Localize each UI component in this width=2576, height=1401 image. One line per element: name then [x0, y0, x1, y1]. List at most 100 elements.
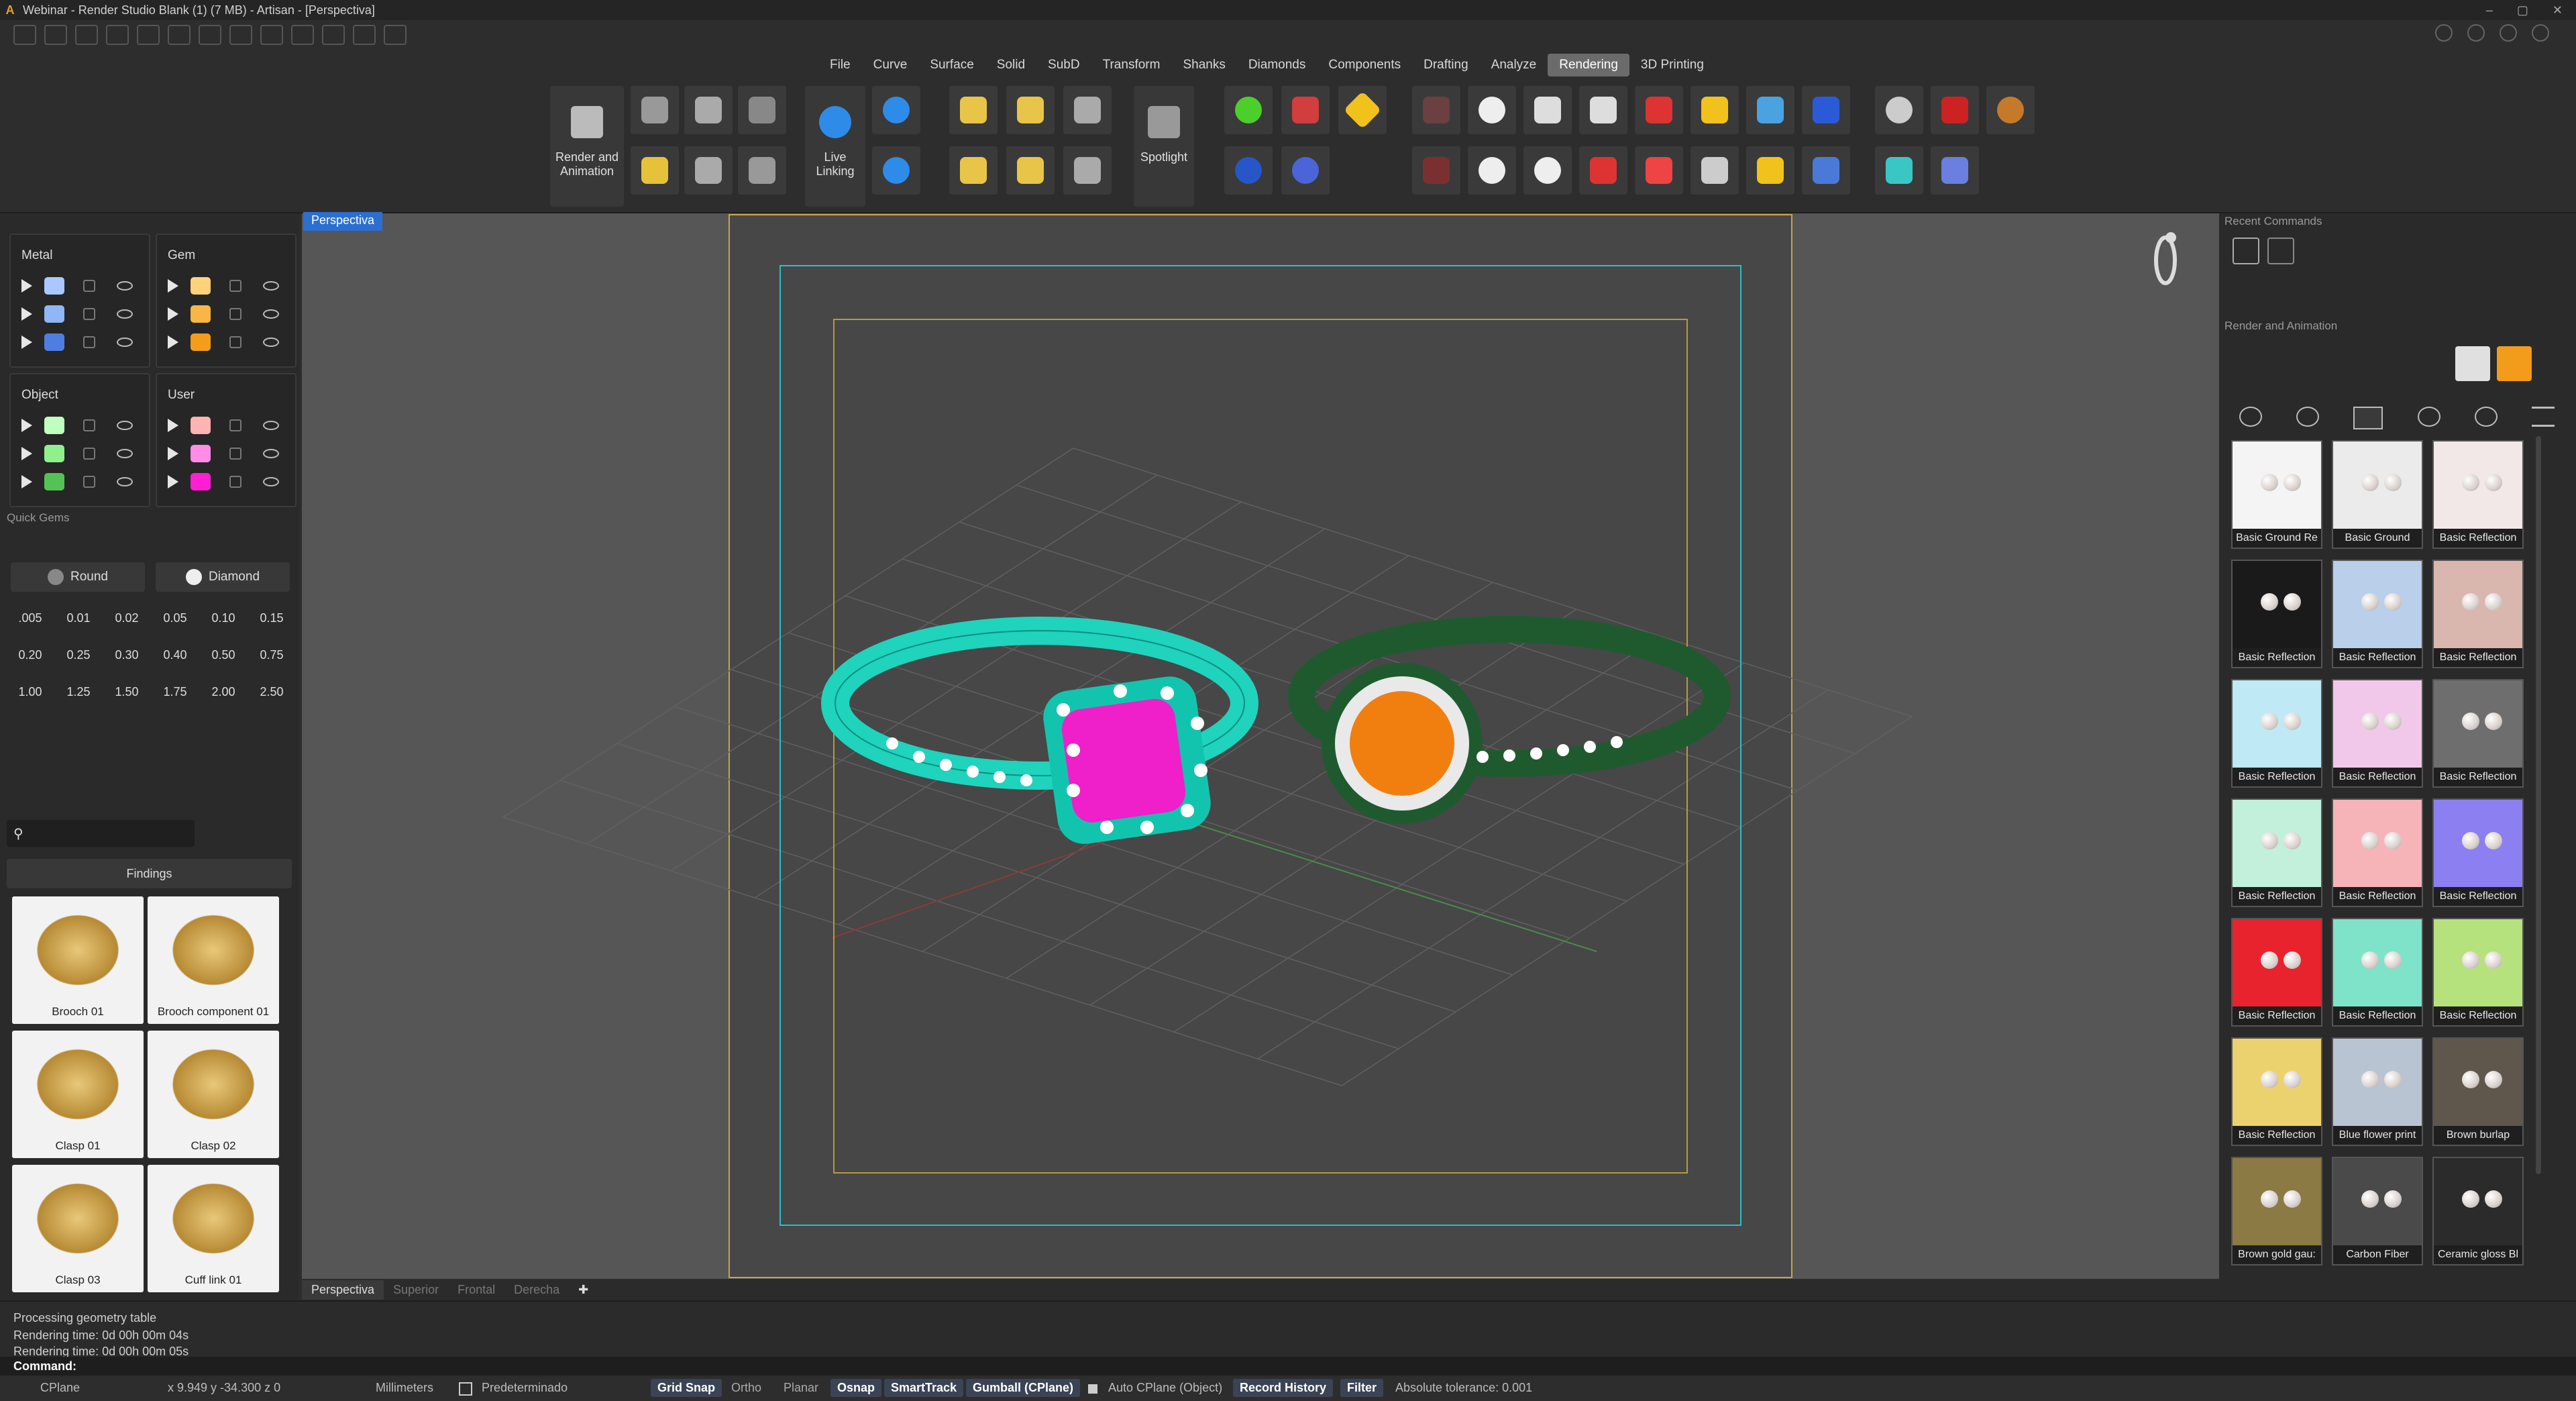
units-label[interactable]: Millimeters [376, 1381, 433, 1395]
gem-size-button[interactable]: 0.40 [153, 639, 197, 670]
layer-row[interactable] [168, 274, 295, 298]
layer-color-swatch[interactable] [191, 333, 211, 351]
finding-card[interactable]: Clasp 01 [12, 1031, 144, 1158]
gem-size-button[interactable]: 0.15 [250, 603, 294, 633]
eye-icon[interactable] [117, 421, 133, 430]
lock-icon[interactable] [83, 280, 95, 292]
import-icon[interactable] [106, 25, 129, 45]
eye-icon[interactable] [117, 338, 133, 347]
environment-preset-card[interactable]: Basic Ground [2332, 440, 2423, 549]
tab-frontal[interactable]: Frontal [448, 1280, 504, 1300]
layer-row[interactable] [21, 413, 149, 437]
material-tool-5[interactable] [1006, 146, 1055, 195]
gem-tool-warning[interactable] [1338, 86, 1387, 134]
environment-tool-4[interactable] [1875, 146, 1923, 195]
environment-preset-card[interactable]: Basic Reflection [2432, 440, 2524, 549]
material-tab-icon[interactable] [2296, 407, 2320, 427]
layer-row[interactable] [21, 302, 149, 326]
environment-preset-card[interactable]: Ceramic gloss Bl [2432, 1157, 2524, 1265]
gem-size-button[interactable]: 1.50 [105, 676, 149, 707]
record-history-toggle[interactable]: Record History [1233, 1379, 1334, 1397]
menu-transform[interactable]: Transform [1091, 54, 1172, 76]
scene-tool-3[interactable] [1523, 86, 1572, 134]
save-icon[interactable] [199, 25, 221, 45]
layer-color-swatch[interactable] [44, 305, 64, 323]
render-mode-button[interactable] [2455, 346, 2490, 381]
spotlight-button[interactable]: Spotlight [1134, 86, 1194, 207]
scene-tool-1[interactable] [1412, 86, 1460, 134]
gem-tool-green[interactable] [1224, 86, 1273, 134]
gem-size-button[interactable]: 0.10 [201, 603, 246, 633]
layer-color-swatch[interactable] [191, 305, 211, 323]
play-icon[interactable] [21, 419, 32, 432]
render-tool-2[interactable] [684, 86, 733, 134]
eye-icon[interactable] [117, 309, 133, 319]
render-tool-1[interactable] [631, 86, 679, 134]
viewport-title-tab[interactable]: Perspectiva [303, 212, 383, 231]
scene-tool-6[interactable] [1690, 86, 1739, 134]
scene-tool-16[interactable] [1802, 146, 1850, 195]
layer-color-swatch[interactable] [44, 333, 64, 351]
layer-color-swatch[interactable] [191, 417, 211, 434]
menu-3d-printing[interactable]: 3D Printing [1629, 54, 1715, 76]
undo-icon[interactable] [137, 25, 160, 45]
layer-row[interactable] [168, 330, 295, 354]
environment-preset-card[interactable]: Carbon Fiber [2332, 1157, 2423, 1265]
layer-color-swatch[interactable] [44, 417, 64, 434]
layer-row[interactable] [168, 413, 295, 437]
material-tool-2[interactable] [1006, 86, 1055, 134]
render-animation-button[interactable]: Render and Animation [550, 86, 624, 207]
lock-icon[interactable] [229, 476, 241, 488]
environment-preset-card[interactable]: Basic Reflection [2231, 918, 2322, 1027]
tab-derecha[interactable]: Derecha [504, 1280, 569, 1300]
layers-icon[interactable] [2467, 24, 2485, 42]
lock-icon[interactable] [229, 448, 241, 460]
scene-tool-8[interactable] [1802, 86, 1850, 134]
layer-color-swatch[interactable] [44, 473, 64, 490]
play-icon[interactable] [21, 475, 32, 488]
scene-tool-14[interactable] [1690, 146, 1739, 195]
environment-preset-card[interactable]: Basic Reflection [2332, 918, 2423, 1027]
play-icon[interactable] [21, 279, 32, 293]
eye-icon[interactable] [263, 477, 279, 486]
lock-icon[interactable] [83, 336, 95, 348]
material-tool-3[interactable] [1063, 86, 1112, 134]
layer-row[interactable] [21, 330, 149, 354]
play-icon[interactable] [168, 279, 178, 293]
material-tool-1[interactable] [949, 86, 998, 134]
gem-size-button[interactable]: 2.00 [201, 676, 246, 707]
lock-icon[interactable] [229, 336, 241, 348]
environment-tool-5[interactable] [1931, 146, 1979, 195]
close-icon[interactable]: ✕ [2553, 0, 2563, 20]
gem-size-button[interactable]: 1.00 [8, 676, 52, 707]
play-icon[interactable] [21, 335, 32, 349]
scene-tool-11[interactable] [1523, 146, 1572, 195]
osnap-toggle[interactable]: Osnap [830, 1379, 882, 1397]
settings-icon[interactable] [2532, 24, 2549, 42]
grid-snap-toggle[interactable]: Grid Snap [651, 1379, 722, 1397]
material-tool-6[interactable] [1063, 146, 1112, 195]
viewport-canvas[interactable] [302, 213, 2219, 1279]
eye-icon[interactable] [117, 477, 133, 486]
settings-sliders-icon[interactable] [2531, 407, 2555, 427]
gem-shape-select[interactable]: Round [11, 562, 145, 592]
environment-preset-card[interactable]: Basic Reflection [2432, 918, 2524, 1027]
new-file-icon[interactable] [13, 25, 36, 45]
gem-size-button[interactable]: 0.50 [201, 639, 246, 670]
auto-cplane-label[interactable]: Auto CPlane (Object) [1108, 1381, 1222, 1395]
redo-icon[interactable] [168, 25, 191, 45]
gem-size-button[interactable]: 0.05 [153, 603, 197, 633]
live-linking-button[interactable]: Live Linking [805, 86, 865, 207]
save-all-icon[interactable] [260, 25, 283, 45]
plugin-icon[interactable] [322, 25, 345, 45]
gem-tool-blue[interactable] [1224, 146, 1273, 195]
layer-color-swatch[interactable] [191, 277, 211, 295]
environment-preset-card[interactable]: Basic Reflection [2231, 679, 2322, 788]
play-icon[interactable] [21, 307, 32, 321]
minimize-icon[interactable]: – [2486, 0, 2493, 20]
scene-tool-2[interactable] [1468, 86, 1516, 134]
play-icon[interactable] [168, 307, 178, 321]
lock-icon[interactable] [83, 419, 95, 431]
layer-color-swatch[interactable] [44, 445, 64, 462]
gem-size-button[interactable]: 0.30 [105, 639, 149, 670]
